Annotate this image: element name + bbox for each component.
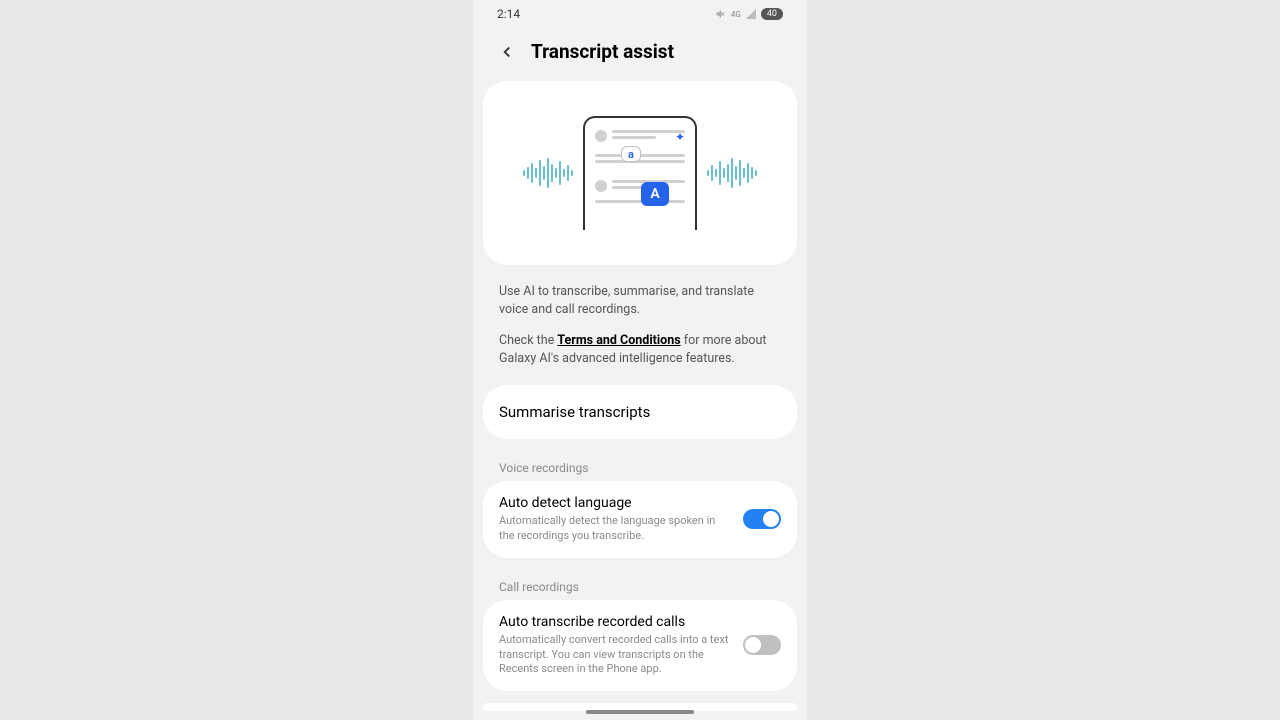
page-title: Transcript assist bbox=[531, 40, 674, 63]
feature-description: Use AI to transcribe, summarise, and tra… bbox=[483, 277, 797, 385]
back-button[interactable] bbox=[497, 42, 517, 62]
phone-illustration-icon: ✦ a A bbox=[583, 116, 697, 230]
mute-icon bbox=[715, 8, 727, 20]
summarise-transcripts-row[interactable]: Summarise transcripts bbox=[483, 385, 797, 439]
auto-transcribe-calls-row[interactable]: Auto transcribe recorded calls Automatic… bbox=[483, 600, 797, 692]
auto-detect-title: Auto detect language bbox=[499, 495, 731, 511]
auto-detect-desc: Automatically detect the language spoken… bbox=[499, 514, 731, 544]
navigation-bar-indicator[interactable] bbox=[586, 710, 694, 714]
status-bar: 2:14 4G 40 bbox=[473, 0, 807, 28]
description-line2: Check the Terms and Conditions for more … bbox=[499, 332, 781, 367]
signal-icon bbox=[745, 8, 757, 20]
auto-detect-language-row[interactable]: Auto detect language Automatically detec… bbox=[483, 481, 797, 558]
terms-and-conditions-link[interactable]: Terms and Conditions bbox=[557, 333, 680, 348]
phone-screen: 2:14 4G 40 Transcript assist ✦ bbox=[473, 0, 807, 720]
summarise-label: Summarise transcripts bbox=[499, 403, 781, 421]
waveform-left-icon bbox=[523, 158, 573, 188]
sparkle-icon: ✦ bbox=[675, 130, 685, 144]
content-scroll[interactable]: ✦ a A Use AI to transcribe, summarise, a… bbox=[473, 81, 807, 711]
battery-indicator: 40 bbox=[761, 8, 783, 20]
status-time: 2:14 bbox=[497, 7, 520, 21]
auto-transcribe-title: Auto transcribe recorded calls bbox=[499, 614, 731, 630]
page-header: Transcript assist bbox=[473, 28, 807, 81]
auto-transcribe-desc: Automatically convert recorded calls int… bbox=[499, 633, 731, 678]
voice-recordings-section-label: Voice recordings bbox=[483, 451, 797, 481]
auto-detect-language-toggle[interactable] bbox=[743, 509, 781, 529]
auto-transcribe-calls-toggle[interactable] bbox=[743, 635, 781, 655]
call-recordings-section-label: Call recordings bbox=[483, 570, 797, 600]
description-line1: Use AI to transcribe, summarise, and tra… bbox=[499, 283, 781, 318]
chevron-left-icon bbox=[498, 43, 516, 61]
status-icons: 4G 40 bbox=[715, 8, 783, 20]
waveform-right-icon bbox=[707, 158, 757, 188]
network-label: 4G bbox=[731, 10, 741, 19]
hero-illustration: ✦ a A bbox=[483, 81, 797, 265]
